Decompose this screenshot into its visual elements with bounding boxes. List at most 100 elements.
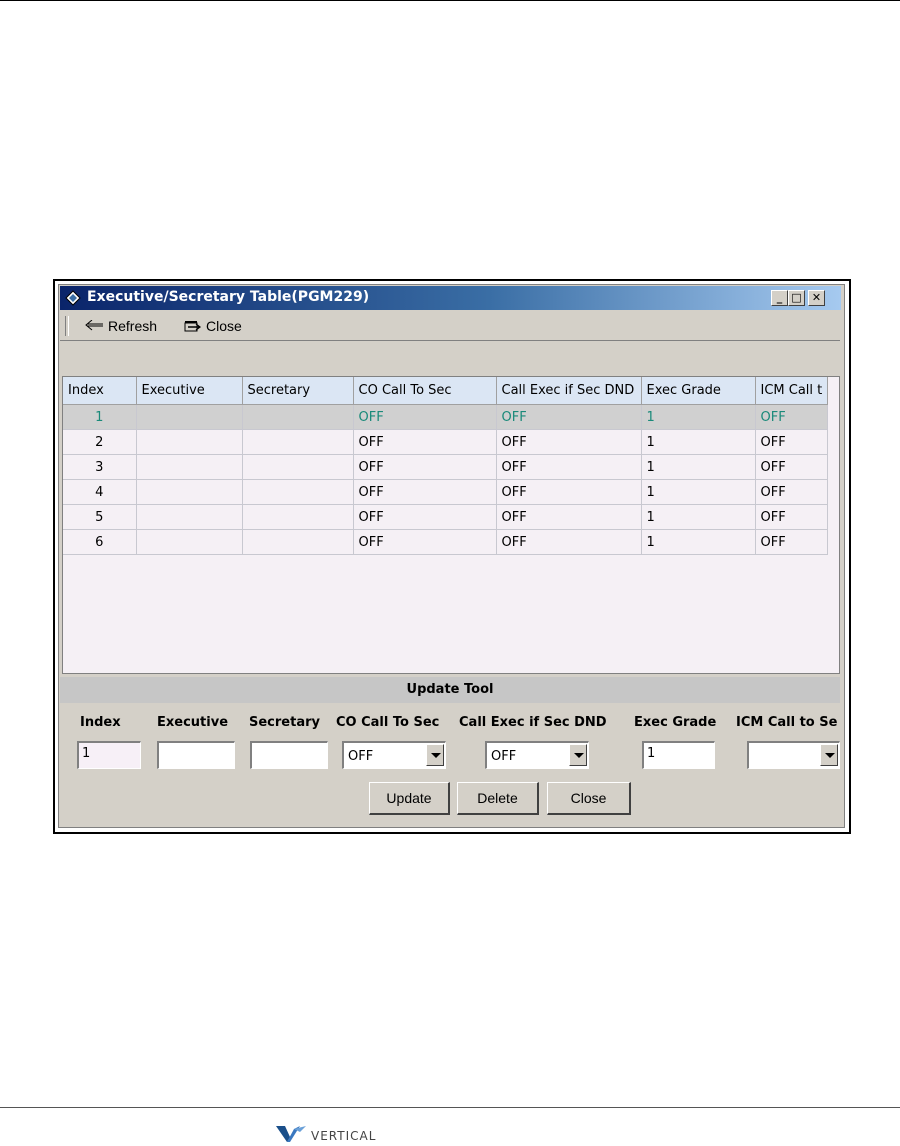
call-exec-if-sec-dnd-value: OFF	[491, 749, 517, 764]
cell-index: 2	[63, 429, 137, 455]
cell-executive	[136, 429, 243, 455]
refresh-label: Refresh	[108, 318, 158, 334]
cell-index: 5	[63, 504, 137, 530]
cell-exec-grade: 1	[641, 429, 756, 455]
cell-exec-grade: 1	[641, 504, 756, 530]
table-row[interactable]: 3 OFF OFF 1 OFF	[63, 454, 828, 480]
co-call-to-sec-select[interactable]: OFF	[342, 741, 446, 769]
cell-index: 3	[63, 454, 137, 480]
toolbar-close-button[interactable]: Close	[184, 316, 242, 336]
vertical-logo: VERTICAL	[276, 1126, 376, 1142]
label-index: Index	[80, 715, 121, 730]
cell-index: 6	[63, 529, 137, 555]
back-arrow-icon	[85, 320, 103, 331]
minimize-icon: _	[776, 291, 783, 304]
page-bottom-rule	[0, 1107, 900, 1108]
cell-secretary	[242, 454, 354, 480]
cell-co-call-to-sec: OFF	[353, 454, 497, 480]
close-label: Close	[206, 318, 242, 334]
label-call-exec-if-sec-dnd: Call Exec if Sec DND	[459, 715, 607, 730]
column-header-secretary[interactable]: Secretary	[242, 377, 354, 405]
cell-icm-call: OFF	[755, 429, 828, 455]
cell-executive	[136, 454, 243, 480]
call-exec-if-sec-dnd-select[interactable]: OFF	[485, 741, 589, 769]
cell-icm-call: OFF	[755, 504, 828, 530]
cell-co-call-to-sec: OFF	[353, 404, 497, 430]
maximize-icon: □	[791, 291, 802, 304]
vertical-logo-mark-icon	[276, 1126, 306, 1142]
label-executive: Executive	[157, 715, 229, 730]
title-bar[interactable]: Executive/Secretary Table(PGM229) _ □ ✕	[60, 286, 841, 310]
column-header-executive[interactable]: Executive	[136, 377, 243, 405]
chevron-down-icon[interactable]	[426, 744, 444, 766]
cell-co-call-to-sec: OFF	[353, 504, 497, 530]
cell-icm-call: OFF	[755, 454, 828, 480]
toolbar: Refresh Close	[60, 312, 840, 341]
column-header-exec-grade[interactable]: Exec Grade	[641, 377, 756, 405]
cell-secretary	[242, 529, 354, 555]
close-button[interactable]: Close	[547, 782, 631, 815]
cell-executive	[136, 529, 243, 555]
table-row[interactable]: 5 OFF OFF 1 OFF	[63, 504, 828, 530]
table-row[interactable]: 2 OFF OFF 1 OFF	[63, 429, 828, 455]
logo-text: VERTICAL	[311, 1129, 377, 1143]
app-diamond-icon	[65, 290, 81, 306]
column-header-co-call-to-sec[interactable]: CO Call To Sec	[353, 377, 497, 405]
index-field[interactable]: 1	[77, 741, 141, 769]
refresh-button[interactable]: Refresh	[84, 316, 157, 336]
exec-sec-grid[interactable]: Index Executive Secretary CO Call To Sec…	[62, 376, 840, 674]
cell-secretary	[242, 479, 354, 505]
label-exec-grade: Exec Grade	[634, 715, 717, 730]
close-window-button[interactable]: ✕	[808, 290, 825, 306]
column-header-index[interactable]: Index	[63, 377, 137, 405]
toolbar-grip[interactable]	[65, 316, 69, 336]
table-row[interactable]: 4 OFF OFF 1 OFF	[63, 479, 828, 505]
page-top-rule	[0, 0, 900, 1]
cell-co-call-to-sec: OFF	[353, 429, 497, 455]
cell-index: 1	[63, 404, 137, 430]
cell-call-exec-if-sec-dnd: OFF	[496, 479, 642, 505]
chevron-down-icon[interactable]	[569, 744, 587, 766]
cell-exec-grade: 1	[641, 454, 756, 480]
update-tool-header: Update Tool	[60, 677, 840, 703]
cell-call-exec-if-sec-dnd: OFF	[496, 429, 642, 455]
minimize-button[interactable]: _	[771, 290, 788, 306]
table-header-row: Index Executive Secretary CO Call To Sec…	[63, 377, 828, 405]
table-row[interactable]: 1 OFF OFF 1 OFF	[63, 404, 828, 430]
table-row[interactable]: 6 OFF OFF 1 OFF	[63, 529, 828, 555]
column-header-icm-call[interactable]: ICM Call t	[755, 377, 828, 405]
cell-co-call-to-sec: OFF	[353, 529, 497, 555]
update-button[interactable]: Update	[369, 782, 450, 815]
label-co-call-to-sec: CO Call To Sec	[336, 715, 440, 730]
cell-icm-call: OFF	[755, 479, 828, 505]
cell-executive	[136, 479, 243, 505]
cell-call-exec-if-sec-dnd: OFF	[496, 404, 642, 430]
label-icm-call-to-sec: ICM Call to Se	[736, 715, 838, 730]
cell-icm-call: OFF	[755, 529, 828, 555]
cell-call-exec-if-sec-dnd: OFF	[496, 529, 642, 555]
cell-secretary	[242, 429, 354, 455]
co-call-to-sec-value: OFF	[348, 749, 374, 764]
exec-grade-field[interactable]: 1	[642, 741, 715, 769]
cell-exec-grade: 1	[641, 404, 756, 430]
window-title: Executive/Secretary Table(PGM229)	[87, 289, 370, 305]
app-window: Executive/Secretary Table(PGM229) _ □ ✕ …	[58, 284, 845, 828]
cell-secretary	[242, 404, 354, 430]
cell-exec-grade: 1	[641, 529, 756, 555]
cell-call-exec-if-sec-dnd: OFF	[496, 504, 642, 530]
cell-executive	[136, 404, 243, 430]
cell-secretary	[242, 504, 354, 530]
maximize-button[interactable]: □	[788, 290, 805, 306]
cell-co-call-to-sec: OFF	[353, 479, 497, 505]
column-header-call-exec-if-sec-dnd[interactable]: Call Exec if Sec DND	[496, 377, 642, 405]
cell-exec-grade: 1	[641, 479, 756, 505]
delete-button[interactable]: Delete	[457, 782, 539, 815]
icm-call-to-sec-select[interactable]	[747, 741, 840, 769]
cell-icm-call: OFF	[755, 404, 828, 430]
chevron-down-icon[interactable]	[820, 744, 838, 766]
cell-index: 4	[63, 479, 137, 505]
cell-executive	[136, 504, 243, 530]
close-icon: ✕	[811, 291, 822, 304]
executive-field[interactable]	[157, 741, 235, 769]
secretary-field[interactable]	[250, 741, 328, 769]
